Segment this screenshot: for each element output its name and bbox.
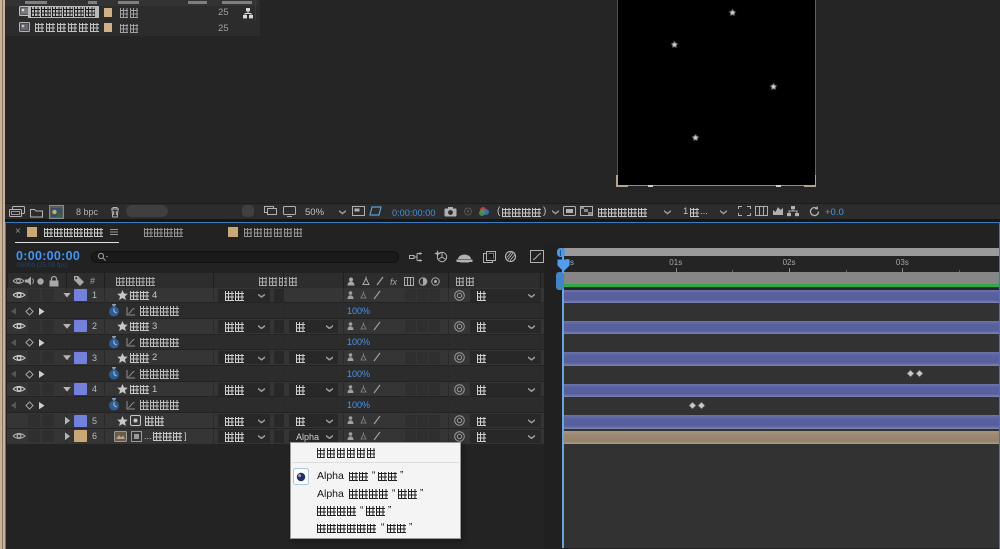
svg-text:fx: fx	[390, 277, 398, 287]
